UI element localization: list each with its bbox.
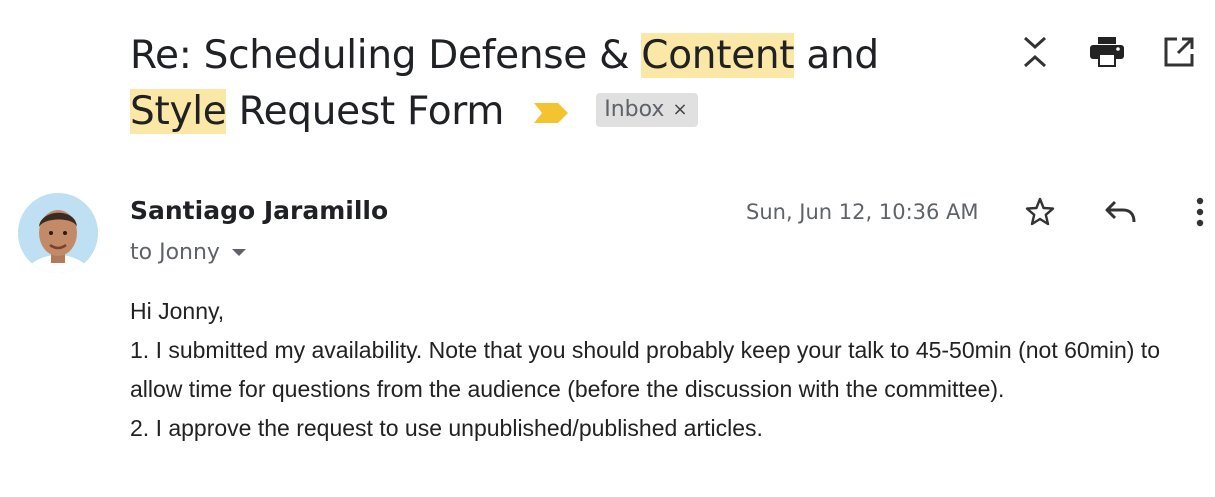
more-vert-icon <box>1196 197 1204 232</box>
subject-text: Re: Scheduling Defense & <box>130 33 642 78</box>
sender-name[interactable]: Santiago Jaramillo <box>130 196 388 225</box>
collapse-icon <box>1022 35 1048 74</box>
body-paragraph: 1. I submitted my availability. Note tha… <box>130 337 1160 402</box>
remove-label-button[interactable]: × <box>672 82 687 138</box>
body-paragraph: Hi Jonny, <box>130 298 225 324</box>
print-all-button[interactable] <box>1071 34 1143 74</box>
subject-text: Request Form <box>226 89 505 134</box>
reply-button[interactable] <box>1100 196 1140 232</box>
star-icon <box>1024 196 1056 233</box>
label-chip-inbox: Inbox × <box>596 92 698 127</box>
avatar[interactable] <box>18 193 98 273</box>
label-chip-text: Inbox <box>604 96 665 122</box>
collapse-all-button[interactable] <box>999 34 1071 74</box>
more-options-button[interactable] <box>1180 196 1215 232</box>
email-subject: Re: Scheduling Defense & Content and Sty… <box>130 28 930 140</box>
importance-marker-icon[interactable] <box>534 83 569 139</box>
body-paragraph: 2. I approve the request to use unpublis… <box>130 415 763 441</box>
subject-text: and <box>794 33 879 78</box>
star-button[interactable] <box>1020 196 1060 232</box>
open-in-new-window-button[interactable] <box>1143 34 1215 74</box>
message-body: Hi Jonny, 1. I submitted my availability… <box>130 292 1200 448</box>
open-in-new-window-icon <box>1163 36 1195 73</box>
print-icon <box>1090 36 1124 72</box>
reply-icon <box>1103 198 1137 231</box>
chevron-down-icon[interactable] <box>231 249 246 256</box>
thread-toolbar <box>999 34 1215 74</box>
recipient-text: to Jonny <box>130 240 220 265</box>
message-date: Sun, Jun 12, 10:36 AM <box>746 200 979 224</box>
recipient-line: to Jonny <box>130 240 246 265</box>
subject-highlight: Style <box>130 89 227 134</box>
subject-highlight: Content <box>641 33 795 78</box>
